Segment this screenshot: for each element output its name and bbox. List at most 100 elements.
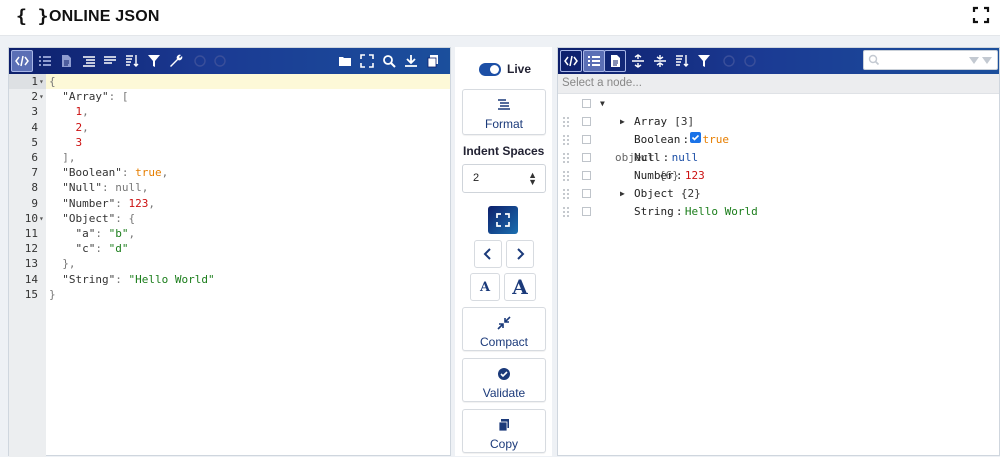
boolean-checkbox-icon[interactable] (689, 132, 701, 143)
fold-arrow-icon[interactable]: ▾ (39, 89, 44, 104)
drag-handle-icon[interactable] (563, 171, 569, 182)
expanded-triangle-icon[interactable]: ▼ (600, 95, 605, 113)
code-line[interactable]: 6 ], (9, 150, 450, 165)
compact-button[interactable]: Compact (462, 307, 546, 351)
row-checkbox[interactable] (582, 99, 591, 108)
code-view-icon[interactable] (560, 50, 582, 72)
code-token: , (82, 120, 89, 134)
tree-root-row[interactable]: ▼ object {6} (558, 95, 999, 182)
redo-icon[interactable] (209, 50, 231, 72)
collapse-all-icon[interactable] (649, 50, 671, 72)
drag-handle-icon[interactable] (563, 153, 569, 164)
download-icon[interactable] (400, 50, 422, 72)
undo-icon[interactable] (718, 50, 740, 72)
drag-handle-icon[interactable] (563, 117, 569, 128)
tree-key[interactable]: String (634, 203, 674, 221)
drag-handle-icon[interactable] (563, 207, 569, 218)
fullscreen-icon[interactable] (972, 6, 990, 24)
drag-handle-icon[interactable] (563, 135, 569, 146)
code-line[interactable]: 11 "a": "b", (9, 226, 450, 241)
code-token: ], (49, 151, 76, 164)
sort-icon[interactable] (671, 50, 693, 72)
code-line[interactable]: 13 }, (9, 256, 450, 271)
repair-icon[interactable] (165, 50, 187, 72)
node-selector[interactable]: Select a node... (558, 74, 999, 94)
tree-value[interactable]: [3] (674, 113, 694, 131)
tree-value[interactable]: Hello World (685, 203, 758, 221)
expand-all-icon[interactable] (627, 50, 649, 72)
row-checkbox[interactable] (582, 153, 591, 162)
filter-icon[interactable] (143, 50, 165, 72)
code-line[interactable]: 2 ▾ "Array": [ (9, 89, 450, 104)
expand-icon[interactable] (356, 50, 378, 72)
live-toggle-row[interactable]: Live (479, 62, 539, 78)
row-checkbox[interactable] (582, 135, 591, 144)
drag-handle-icon[interactable] (563, 189, 569, 200)
tree-key[interactable]: Null (634, 149, 661, 167)
code-line[interactable]: 1 ▾ { (9, 74, 450, 89)
code-line[interactable]: 7 "Boolean": true, (9, 165, 450, 180)
tree-value[interactable]: null (672, 149, 699, 167)
compact-icon[interactable] (99, 50, 121, 72)
undo-icon[interactable] (189, 50, 211, 72)
tree-row[interactable]: Boolean: true (558, 131, 999, 149)
code-line[interactable]: 9 "Number": 123, (9, 196, 450, 211)
redo-icon[interactable] (739, 50, 761, 72)
tree-search-input[interactable] (863, 50, 998, 70)
indent-spaces-select[interactable]: 2 ▲ ▼ (462, 164, 546, 193)
filter-icon[interactable] (693, 50, 715, 72)
text-view-icon[interactable] (55, 50, 77, 72)
move-right-button[interactable] (506, 240, 534, 268)
text-view-icon[interactable] (604, 50, 626, 72)
code-text: "Null": null, (49, 180, 148, 195)
code-line[interactable]: 15} (9, 287, 450, 302)
copy-button[interactable]: Copy (462, 409, 546, 453)
code-line[interactable]: 12 "c": "d" (9, 241, 450, 256)
tree-row[interactable]: String: Hello World (558, 203, 999, 221)
fullscreen-toggle-button[interactable] (488, 206, 518, 234)
copy-icon[interactable] (422, 50, 444, 72)
chevron-down-icon[interactable] (969, 57, 993, 65)
tree-value[interactable]: true (703, 131, 730, 149)
code-line[interactable]: 10 ▾ "Object": { (9, 211, 450, 226)
code-line[interactable]: 3 1, (9, 104, 450, 119)
tree-key[interactable]: Boolean (634, 131, 680, 149)
row-checkbox[interactable] (582, 171, 591, 180)
code-line[interactable]: 4 2, (9, 120, 450, 135)
move-left-button[interactable] (474, 240, 502, 268)
format-icon[interactable] (78, 50, 100, 72)
sort-icon[interactable] (121, 50, 143, 72)
collapsed-triangle-icon[interactable]: ▶ (620, 185, 625, 203)
row-checkbox[interactable] (582, 117, 591, 126)
tree-view-icon[interactable] (34, 50, 56, 72)
code-token: "Number" (62, 196, 116, 210)
tree-key[interactable]: Array (634, 113, 667, 131)
fold-arrow-icon[interactable]: ▾ (39, 74, 44, 89)
validate-button[interactable]: Validate (462, 358, 546, 402)
code-line[interactable]: 14 "String": "Hello World" (9, 272, 450, 287)
tree-view-icon[interactable] (583, 50, 605, 72)
tree-value[interactable]: 123 (685, 167, 705, 185)
live-toggle[interactable] (479, 63, 501, 76)
row-checkbox[interactable] (582, 189, 591, 198)
tree-row[interactable]: Number:123 (558, 167, 999, 185)
tree-row[interactable]: ▶ Array [3] (558, 113, 999, 131)
format-button[interactable]: Format (462, 89, 546, 135)
tree-key[interactable]: Number (634, 167, 674, 185)
tree-row[interactable]: ▶ Object {2} (558, 185, 999, 203)
font-smaller-button[interactable]: A (470, 273, 500, 301)
code-view-icon[interactable] (11, 50, 33, 72)
code-line[interactable]: 8 "Null": null, (9, 180, 450, 195)
code-line[interactable]: 5 3 (9, 135, 450, 150)
fold-arrow-icon[interactable]: ▾ (39, 211, 44, 226)
row-checkbox[interactable] (582, 207, 591, 216)
tree-key[interactable]: Object (634, 185, 674, 203)
font-larger-button[interactable]: A (504, 273, 536, 301)
search-icon[interactable] (378, 50, 400, 72)
open-folder-icon[interactable] (334, 50, 356, 72)
tree-value[interactable]: {2} (681, 185, 701, 203)
collapsed-triangle-icon[interactable]: ▶ (620, 113, 625, 131)
code-text: }, (49, 256, 75, 271)
tree-row[interactable]: Null: null (558, 149, 999, 167)
